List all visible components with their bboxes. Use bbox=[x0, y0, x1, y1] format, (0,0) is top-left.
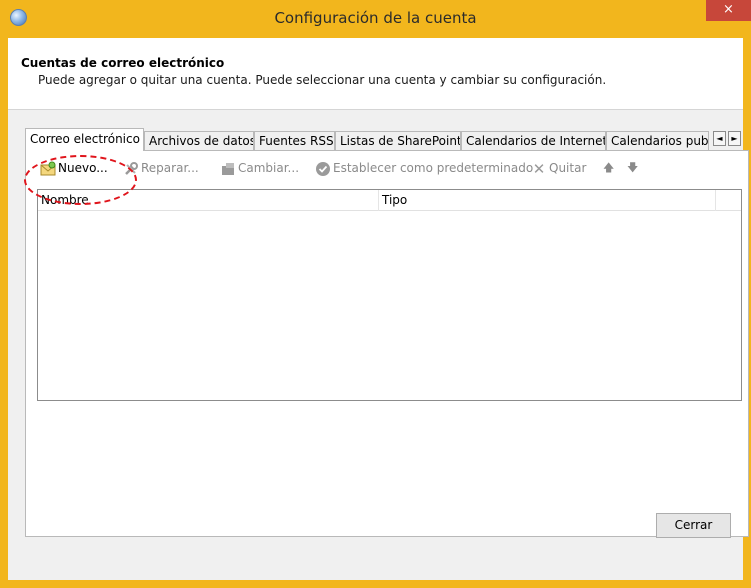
tab-email[interactable]: Correo electrónico bbox=[25, 128, 144, 151]
repair-label: Reparar... bbox=[141, 161, 199, 175]
arrow-down-icon: 🡇 bbox=[627, 161, 639, 174]
arrow-up-icon: 🡅 bbox=[603, 161, 615, 174]
column-header-name[interactable]: Nombre bbox=[38, 190, 379, 211]
account-settings-window: Configuración de la cuenta × Cuentas de … bbox=[0, 0, 751, 588]
list-header: Nombre Tipo bbox=[38, 190, 741, 211]
page-title: Cuentas de correo electrónico bbox=[21, 56, 225, 70]
repair-tools-icon bbox=[123, 161, 139, 177]
accounts-list[interactable]: Nombre Tipo bbox=[37, 189, 742, 401]
new-account-label: Nuevo... bbox=[58, 161, 108, 175]
remove-button[interactable]: ✕ Quitar bbox=[531, 159, 587, 178]
tab-scroll-right-button[interactable]: ► bbox=[728, 131, 741, 146]
tab-rss-feeds[interactable]: Fuentes RSS bbox=[254, 131, 335, 150]
page-description: Puede agregar o quitar una cuenta. Puede… bbox=[38, 73, 607, 87]
remove-x-icon: ✕ bbox=[532, 159, 546, 178]
title-bar[interactable]: Configuración de la cuenta × bbox=[0, 0, 751, 38]
tab-sharepoint-lists[interactable]: Listas de SharePoint bbox=[335, 131, 461, 150]
tab-internet-calendars[interactable]: Calendarios de Internet bbox=[461, 131, 606, 150]
tab-published-calendars[interactable]: Calendarios publi bbox=[606, 131, 709, 150]
change-settings-icon bbox=[220, 161, 236, 177]
tab-scroll-left-button[interactable]: ◄ bbox=[713, 131, 726, 146]
tab-panel-email: Nuevo... Reparar... Cambiar... Establece… bbox=[25, 150, 749, 538]
new-email-icon bbox=[40, 161, 56, 177]
change-button[interactable]: Cambiar... bbox=[220, 159, 299, 177]
move-up-button[interactable]: 🡅 bbox=[603, 159, 614, 177]
checkmark-circle-icon bbox=[315, 161, 331, 177]
set-default-button[interactable]: Establecer como predeterminado bbox=[315, 159, 533, 177]
window-close-button[interactable]: × bbox=[706, 0, 751, 21]
repair-button[interactable]: Reparar... bbox=[123, 159, 199, 177]
column-header-type[interactable]: Tipo bbox=[379, 190, 716, 211]
tab-strip: Correo electrónico Archivos de datos Fue… bbox=[25, 128, 749, 151]
window-title: Configuración de la cuenta bbox=[274, 9, 477, 27]
account-toolbar: Nuevo... Reparar... Cambiar... Establece… bbox=[26, 151, 748, 183]
close-button[interactable]: Cerrar bbox=[656, 513, 731, 538]
change-label: Cambiar... bbox=[238, 161, 300, 175]
remove-label: Quitar bbox=[549, 161, 587, 175]
new-account-button[interactable]: Nuevo... bbox=[40, 159, 108, 177]
set-default-label: Establecer como predeterminado bbox=[333, 161, 534, 175]
header-pane: Cuentas de correo electrónico Puede agre… bbox=[8, 38, 743, 110]
move-down-button[interactable]: 🡇 bbox=[627, 159, 638, 177]
tab-data-files[interactable]: Archivos de datos bbox=[144, 131, 254, 150]
